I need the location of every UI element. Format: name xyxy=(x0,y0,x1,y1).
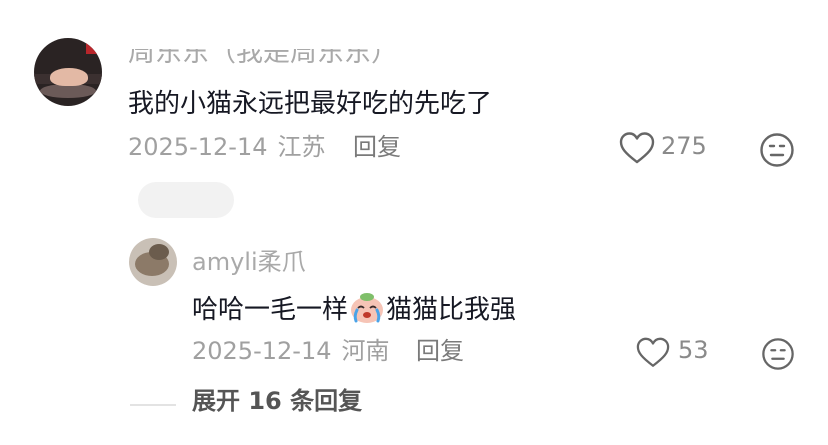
heart-icon[interactable] xyxy=(619,131,655,165)
comment-date: 2025-12-14 xyxy=(128,133,268,161)
expand-replies-button[interactable]: 展开 16 条回复 xyxy=(192,384,362,418)
like-count: 275 xyxy=(661,132,707,160)
blurred-placeholder xyxy=(138,182,234,218)
comment-text: 我的小猫永远把最好吃的先吃了 xyxy=(128,89,493,119)
crying-laughing-emoji-icon xyxy=(351,293,384,323)
reply-username[interactable]: amyli柔爪 xyxy=(192,246,306,278)
dislike-face-icon[interactable] xyxy=(761,337,795,371)
reply-button[interactable]: 回复 xyxy=(353,130,401,164)
reply-reply-button[interactable]: 回复 xyxy=(416,334,464,368)
avatar[interactable] xyxy=(34,38,102,106)
reply-avatar[interactable] xyxy=(129,238,177,286)
comment-username[interactable]: 周东东（我是周东东） xyxy=(128,49,398,68)
reply-text-before: 哈哈一毛一样 xyxy=(192,295,349,325)
reply-date: 2025-12-14 xyxy=(192,337,332,365)
comment-meta: 2025-12-14 江苏 xyxy=(128,130,325,164)
expand-divider xyxy=(130,404,176,406)
reply-meta: 2025-12-14 河南 xyxy=(192,334,389,368)
reply-text-after: 猫猫比我强 xyxy=(386,295,517,325)
heart-icon[interactable] xyxy=(636,336,670,369)
reply-like-count: 53 xyxy=(678,336,709,364)
comment-region: 江苏 xyxy=(277,133,326,161)
reply-region: 河南 xyxy=(341,337,390,365)
dislike-face-icon[interactable] xyxy=(759,132,795,168)
reply-text: 哈哈一毛一样 猫猫比我强 xyxy=(192,290,516,328)
